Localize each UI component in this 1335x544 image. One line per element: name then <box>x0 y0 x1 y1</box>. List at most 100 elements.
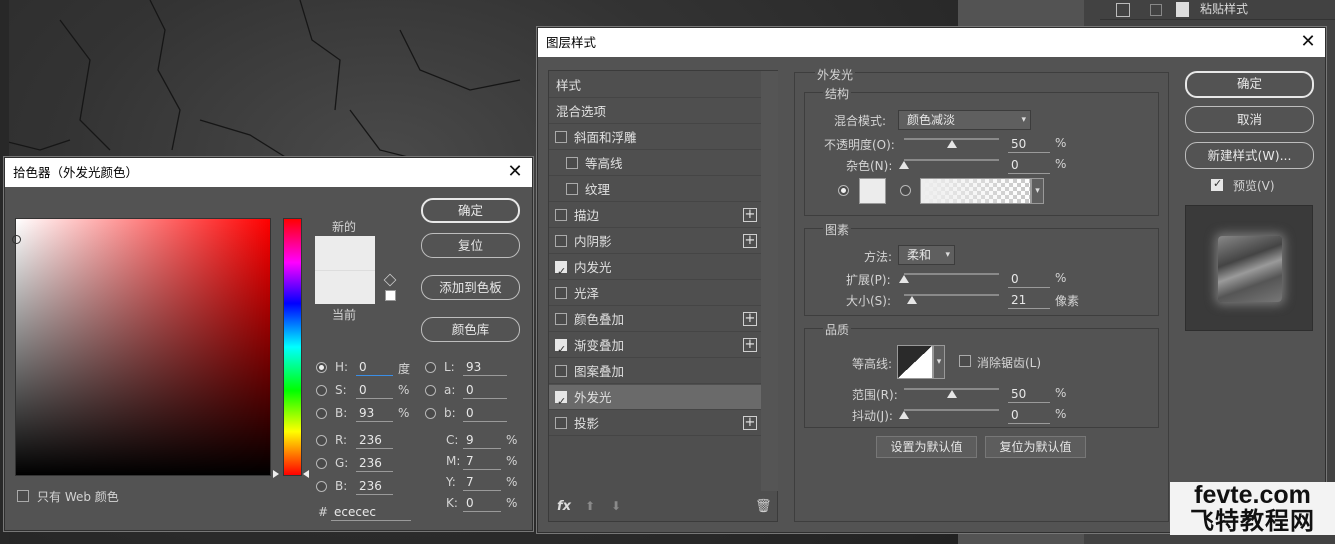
web-safe-swatch[interactable] <box>385 290 396 301</box>
hue-slider-left-arrow-icon[interactable] <box>273 470 279 478</box>
saturation-brightness-field[interactable] <box>12 218 271 476</box>
green-input[interactable]: 236 <box>356 454 393 472</box>
style-item[interactable]: 描边 + <box>549 203 761 228</box>
style-item[interactable]: 斜面和浮雕 <box>549 125 761 150</box>
styles-header[interactable]: 样式 <box>549 73 761 98</box>
move-down-icon[interactable]: ⬇ <box>611 499 621 513</box>
b-channel-input[interactable]: 0 <box>463 404 507 422</box>
add-style-plus-icon[interactable]: + <box>743 416 757 430</box>
move-up-icon[interactable]: ⬆ <box>585 499 595 513</box>
hue-slider[interactable] <box>283 218 302 476</box>
picker-reset-button[interactable]: 复位 <box>421 233 520 258</box>
add-style-plus-icon[interactable]: + <box>743 338 757 352</box>
solid-color-radio[interactable] <box>838 185 849 196</box>
size-input[interactable]: 21 <box>1008 291 1050 309</box>
glow-color-swatch[interactable] <box>859 178 886 204</box>
panel-menu-row[interactable]: 粘贴样式 <box>1100 0 1335 20</box>
hue-radio[interactable] <box>316 362 327 373</box>
style-item-checkbox[interactable] <box>566 157 578 169</box>
cyan-input[interactable]: 9 <box>463 431 501 449</box>
color-cursor[interactable] <box>12 235 21 244</box>
current-color-swatch[interactable] <box>315 270 375 304</box>
style-item-checkbox[interactable] <box>555 365 567 377</box>
style-item-checkbox[interactable] <box>555 131 567 143</box>
add-style-plus-icon[interactable]: + <box>743 234 757 248</box>
style-item[interactable]: 等高线 <box>549 151 761 176</box>
magenta-input[interactable]: 7 <box>463 452 501 470</box>
black-input[interactable]: 0 <box>463 494 501 512</box>
red-input[interactable]: 236 <box>356 431 393 449</box>
chevron-down-icon[interactable]: ▾ <box>1031 178 1044 204</box>
saturation-radio[interactable] <box>316 385 327 396</box>
size-slider-thumb[interactable] <box>906 296 917 304</box>
style-item-checkbox[interactable] <box>555 235 567 247</box>
range-input[interactable]: 50 <box>1008 385 1050 403</box>
hue-slider-right-arrow-icon[interactable] <box>303 470 309 478</box>
yellow-input[interactable]: 7 <box>463 473 501 491</box>
spread-input[interactable]: 0 <box>1008 270 1050 288</box>
a-channel-input[interactable]: 0 <box>463 381 507 399</box>
style-item[interactable]: 颜色叠加 + <box>549 307 761 332</box>
style-item[interactable]: 图案叠加 <box>549 359 761 384</box>
jitter-slider[interactable] <box>904 409 999 411</box>
style-item-checkbox[interactable] <box>555 259 567 284</box>
layer-style-ok-button[interactable]: 确定 <box>1185 71 1314 98</box>
chevron-down-icon[interactable]: ▾ <box>933 345 945 379</box>
style-item[interactable]: 内发光 <box>549 255 761 284</box>
style-item-checkbox[interactable] <box>555 209 567 221</box>
fx-icon[interactable]: fx <box>557 499 571 514</box>
preview-checkbox[interactable] <box>1211 177 1223 191</box>
noise-input[interactable]: 0 <box>1008 156 1050 174</box>
style-item[interactable]: 渐变叠加 + <box>549 333 761 362</box>
lightness-radio[interactable] <box>425 362 436 373</box>
style-item-checkbox[interactable] <box>555 287 567 299</box>
blending-options-item[interactable]: 混合选项 <box>549 99 761 124</box>
style-item-checkbox[interactable] <box>555 389 567 414</box>
style-item-checkbox[interactable] <box>555 313 567 325</box>
anti-alias-checkbox[interactable] <box>959 355 971 367</box>
layer-style-cancel-button[interactable]: 取消 <box>1185 106 1314 133</box>
jitter-input[interactable]: 0 <box>1008 406 1050 424</box>
a-channel-radio[interactable] <box>425 385 436 396</box>
reset-to-default-button[interactable]: 复位为默认值 <box>985 436 1086 458</box>
opacity-slider-thumb[interactable] <box>946 140 957 148</box>
picker-ok-button[interactable]: 确定 <box>421 198 520 223</box>
close-icon[interactable]: ✕ <box>504 161 526 183</box>
b-channel-radio[interactable] <box>425 408 436 419</box>
style-item[interactable]: 内阴影 + <box>549 229 761 254</box>
range-slider-thumb[interactable] <box>946 390 957 398</box>
blend-mode-dropdown[interactable]: 颜色减淡 ▾ <box>898 110 1031 130</box>
opacity-input[interactable]: 50 <box>1008 135 1050 153</box>
style-item[interactable]: 纹理 <box>549 177 761 202</box>
add-style-plus-icon[interactable]: + <box>743 312 757 326</box>
green-radio[interactable] <box>316 458 327 469</box>
spread-slider[interactable] <box>904 273 999 275</box>
hue-input[interactable]: 0 <box>356 358 393 376</box>
new-style-button[interactable]: 新建样式(W)... <box>1185 142 1314 169</box>
close-icon[interactable]: ✕ <box>1297 31 1319 53</box>
red-radio[interactable] <box>316 435 327 446</box>
brightness-radio[interactable] <box>316 408 327 419</box>
noise-slider[interactable] <box>904 159 999 161</box>
make-default-button[interactable]: 设置为默认值 <box>876 436 977 458</box>
hex-input[interactable]: ececec <box>331 503 411 521</box>
contour-picker[interactable] <box>897 345 933 379</box>
gradient-radio[interactable] <box>900 185 911 196</box>
noise-slider-thumb[interactable] <box>899 161 909 169</box>
technique-dropdown[interactable]: 柔和 ▾ <box>898 245 955 265</box>
blue-radio[interactable] <box>316 481 327 492</box>
blue-input[interactable]: 236 <box>356 477 393 495</box>
trash-icon[interactable]: 🗑 <box>755 499 772 514</box>
color-libraries-button[interactable]: 颜色库 <box>421 317 520 342</box>
gradient-picker[interactable] <box>920 178 1031 204</box>
style-item-checkbox[interactable] <box>555 337 567 362</box>
style-item[interactable]: 外发光 <box>549 385 761 414</box>
spread-slider-thumb[interactable] <box>899 275 909 283</box>
size-slider[interactable] <box>904 294 999 296</box>
lightness-input[interactable]: 93 <box>463 358 507 376</box>
style-item[interactable]: 光泽 <box>549 281 761 306</box>
style-item[interactable]: 投影 + <box>549 411 761 436</box>
add-to-swatches-button[interactable]: 添加到色板 <box>421 275 520 300</box>
style-list-scrollbar[interactable] <box>761 71 778 491</box>
jitter-slider-thumb[interactable] <box>899 411 909 419</box>
